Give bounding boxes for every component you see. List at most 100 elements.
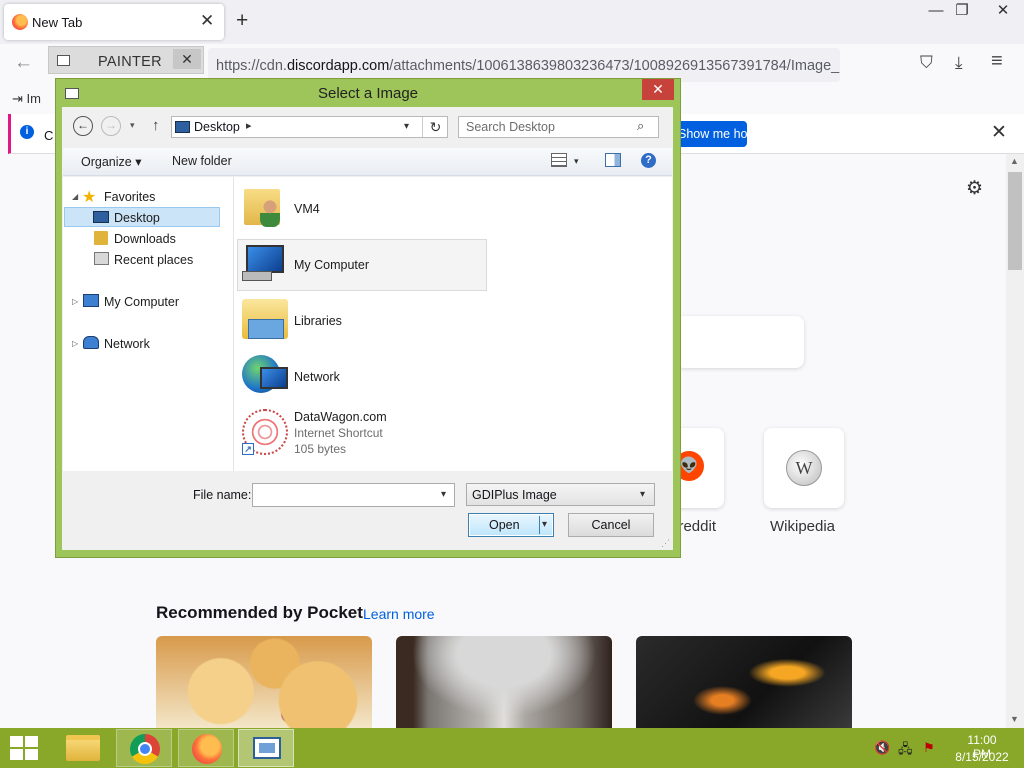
chrome-icon [130,734,160,764]
new-folder-button[interactable]: New folder [172,154,232,168]
url-text[interactable]: https://cdn.discordapp.com/attachments/1… [216,58,840,74]
file-item-my-computer[interactable]: My Computer [294,258,369,272]
libraries-icon[interactable] [242,297,288,341]
network-icon[interactable]: 🖧 [898,740,913,762]
user-folder-icon[interactable] [242,185,288,229]
info-icon: i [20,125,34,139]
file-name-dropdown-icon[interactable]: ▾ [441,489,446,500]
tree-item-downloads[interactable]: Downloads [114,232,176,246]
star-icon: ★ [82,189,97,206]
show-me-how-button[interactable]: Show me how [676,121,747,147]
search-icon[interactable]: ⌕ [637,118,644,134]
gear-icon[interactable]: ⚙ [966,177,983,200]
taskbar-chrome[interactable] [116,729,172,767]
open-button-label[interactable]: Open [489,518,520,532]
dialog-title: Select a Image [317,85,419,102]
shortcut-label-wikipedia[interactable]: Wikipedia [770,518,835,535]
file-item-vm4[interactable]: VM4 [294,202,320,216]
change-view-icon[interactable] [551,153,567,167]
cancel-button[interactable]: Cancel [568,513,654,537]
internet-shortcut-icon[interactable]: ↗ [242,409,288,455]
address-crumb-desktop[interactable]: Desktop [194,120,240,134]
preview-pane-icon[interactable] [605,153,621,167]
close-window-button[interactable]: ✕ [986,0,1020,22]
file-item-size: 105 bytes [294,442,347,456]
windows-logo-icon [25,749,38,760]
tree-item-desktop[interactable]: Desktop [114,211,160,225]
notification-close-button[interactable]: ✕ [991,121,1007,144]
collapse-arrow-icon[interactable]: ▷ [72,339,78,348]
scrollbar-thumb[interactable] [1008,172,1022,270]
learn-more-link[interactable]: Learn more [363,606,435,622]
menu-icon[interactable]: ≡ [991,50,1003,73]
url-prefix: https://cdn. [216,58,287,74]
speaker-muted-icon[interactable]: 🔇 [874,740,890,756]
file-item-datawagon[interactable]: DataWagon.com [294,410,387,424]
windows-logo-icon [25,736,38,747]
tab-new-tab[interactable]: New Tab ✕ [4,4,224,40]
folder-icon [66,735,100,761]
tree-item-my-computer[interactable]: My Computer [104,295,179,309]
file-type-dropdown-icon[interactable]: ▾ [640,489,645,500]
notification-text: C [44,128,54,143]
view-dropdown-icon[interactable]: ▾ [574,156,579,167]
file-item-type: Internet Shortcut [294,426,383,440]
file-item-libraries[interactable]: Libraries [294,314,342,328]
pocket-card-image[interactable] [636,636,852,728]
newtab-search-box[interactable] [676,316,804,368]
taskbar-firefox[interactable] [178,729,234,767]
tree-item-favorites[interactable]: Favorites [104,190,155,204]
breadcrumb-separator-icon[interactable]: ▸ [246,119,252,132]
tab-close-button[interactable]: ✕ [200,11,214,31]
tree-item-network[interactable]: Network [104,337,150,351]
import-bookmarks-button[interactable]: ⇥ Im [12,91,41,107]
dialog-close-button[interactable]: ✕ [642,79,674,100]
url-path: /attachments/1006138639803236473/1008926… [389,58,840,74]
open-dropdown-icon[interactable]: ▾ [542,519,547,530]
tree-item-recent-places[interactable]: Recent places [114,253,193,267]
address-dropdown-icon[interactable]: ▾ [404,121,409,132]
scroll-up-icon[interactable]: ▲ [1010,156,1019,166]
painter-app-icon [57,55,70,66]
download-icon[interactable]: ⤓ [955,53,963,73]
up-folder-icon[interactable]: ↑ [152,117,160,134]
resize-grip-icon[interactable]: ⋰ [661,538,670,549]
clock-date[interactable]: 8/15/2022 [953,750,1011,764]
collapse-arrow-icon[interactable]: ▷ [72,297,78,306]
file-item-network[interactable]: Network [294,370,340,384]
start-button[interactable] [10,736,38,760]
firefox-icon [192,734,222,764]
firefox-icon [12,14,28,30]
computer-icon[interactable] [242,241,288,285]
back-arrow-icon[interactable]: ← [73,116,93,136]
taskbar-painter[interactable] [238,729,294,767]
pocket-icon[interactable]: ⛉ [920,53,933,73]
help-icon[interactable]: ? [641,153,656,168]
desktop-icon [93,211,109,223]
recent-locations-dropdown[interactable]: ▾ [130,120,135,131]
painter-icon [253,737,281,759]
shortcut-label-reddit[interactable]: reddit [676,518,716,535]
painter-window-title[interactable]: PAINTER ✕ [48,46,204,74]
restore-button[interactable]: ❐ [945,0,979,22]
action-center-icon[interactable]: ⚑ [923,740,935,756]
taskbar-file-explorer[interactable] [56,729,112,767]
back-button[interactable]: ← [14,52,33,74]
import-label: Im [26,91,41,106]
pocket-card-image[interactable] [396,636,612,728]
network-globe-icon[interactable] [242,353,288,397]
pane-splitter[interactable] [226,177,234,471]
pocket-card-image[interactable] [156,636,372,728]
new-tab-button[interactable]: + [236,9,248,33]
network-icon [83,336,99,349]
pocket-heading: Recommended by Pocket [156,603,363,622]
expand-arrow-icon[interactable]: ◢ [72,192,78,201]
file-type-value[interactable]: GDIPlus Image [472,488,557,502]
scroll-down-icon[interactable]: ▼ [1010,714,1019,724]
painter-close-button[interactable]: ✕ [173,49,201,69]
desktop-icon [175,121,190,133]
refresh-icon[interactable]: ↻ [422,117,448,137]
forward-arrow-icon[interactable]: → [101,116,121,136]
file-name-input[interactable] [252,483,455,507]
organize-button[interactable]: Organize ▾ [81,154,141,169]
